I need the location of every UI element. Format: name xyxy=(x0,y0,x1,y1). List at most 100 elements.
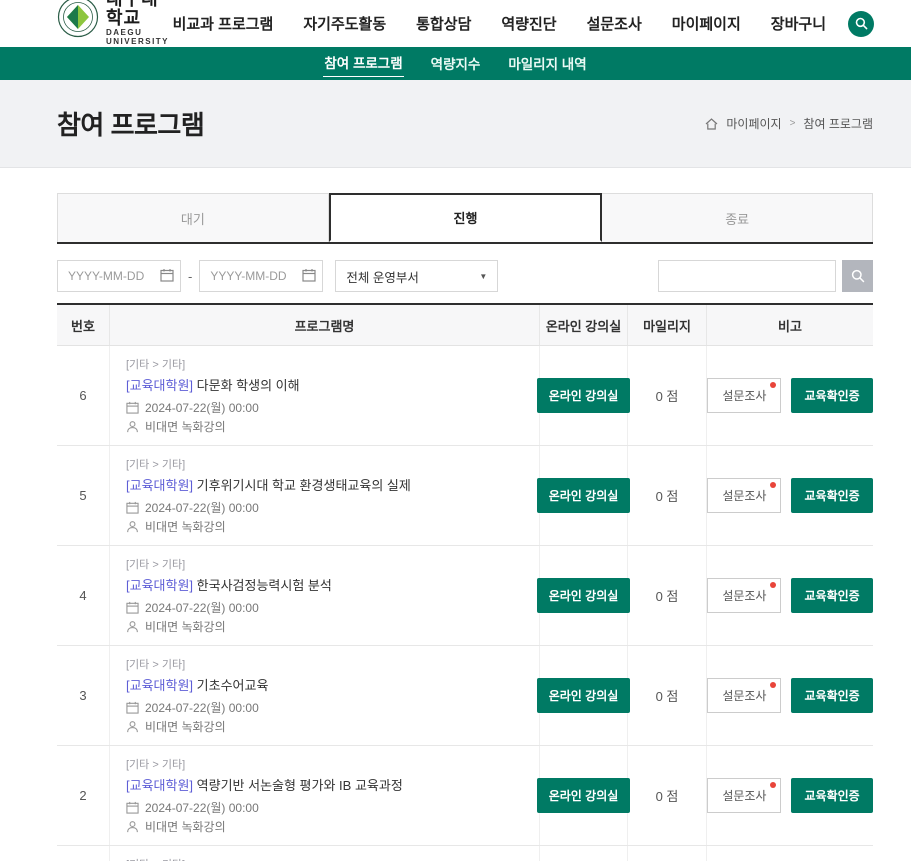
table-row: 5 [기타 > 기타] [교육대학원] 기후위기시대 학교 환경생태교육의 실제… xyxy=(57,446,873,546)
breadcrumb-separator: > xyxy=(790,118,796,129)
notification-dot xyxy=(770,482,776,488)
mileage-cell: 0 점 xyxy=(628,546,707,645)
logo-subtitle: DAEGU UNIVERSITY xyxy=(106,28,173,46)
program-title-link[interactable]: 역량기반 서논술형 평가와 IB 교육과정 xyxy=(197,778,403,793)
university-logo[interactable]: 대구대학교 DAEGU UNIVERSITY xyxy=(57,0,173,46)
calendar-icon xyxy=(126,801,139,814)
online-classroom-button[interactable]: 온라인 강의실 xyxy=(537,378,631,413)
breadcrumb-mypage[interactable]: 마이페이지 xyxy=(726,115,781,132)
program-cell: [기타 > 기타] [교육대학원] AI DT(디지털교과서)의 개발 현황과 … xyxy=(110,846,540,861)
university-emblem-icon xyxy=(57,0,99,40)
subnav-item-participation-programs[interactable]: 참여 프로그램 xyxy=(323,50,403,77)
remarks-cell: 설문조사 교육확인증 xyxy=(707,646,873,745)
classroom-cell: 온라인 강의실 xyxy=(540,346,628,445)
table-search-button[interactable] xyxy=(842,260,873,292)
col-header-mileage: 마일리지 xyxy=(628,305,707,345)
online-classroom-button[interactable]: 온라인 강의실 xyxy=(537,778,631,813)
tab-waiting[interactable]: 대기 xyxy=(57,193,329,242)
mileage-cell: 0 점 xyxy=(628,746,707,845)
remarks-cell: 설문조사 교육확인증 xyxy=(707,546,873,645)
program-title-link[interactable]: 한국사검정능력시험 분석 xyxy=(197,578,332,593)
breadcrumb-current: 참여 프로그램 xyxy=(803,115,873,132)
program-date-line: 2024-07-22(월) 00:00 xyxy=(126,599,259,616)
program-department-link[interactable]: [교육대학원] xyxy=(126,378,193,393)
person-icon xyxy=(126,720,139,733)
nav-item-counseling[interactable]: 통합상담 xyxy=(416,13,471,34)
education-certificate-button[interactable]: 교육확인증 xyxy=(791,478,872,513)
survey-button[interactable]: 설문조사 xyxy=(707,478,781,513)
program-category: [기타 > 기타] xyxy=(126,856,185,861)
logo-text: 대구대학교 DAEGU UNIVERSITY xyxy=(106,0,173,46)
program-title-line: [교육대학원] 한국사검정능력시험 분석 xyxy=(126,575,332,594)
program-date-line: 2024-07-22(월) 00:00 xyxy=(126,799,259,816)
chevron-down-icon: ▼ xyxy=(479,272,487,281)
date-range-dash: - xyxy=(188,269,192,284)
program-department-link[interactable]: [교육대학원] xyxy=(126,478,193,493)
education-certificate-button[interactable]: 교육확인증 xyxy=(791,578,872,613)
program-method-line: 비대면 녹화강의 xyxy=(126,818,226,835)
program-date: 2024-07-22(월) 00:00 xyxy=(145,399,259,416)
program-title-link[interactable]: 기후위기시대 학교 환경생태교육의 실제 xyxy=(197,478,411,493)
education-certificate-button[interactable]: 교육확인증 xyxy=(791,778,872,813)
survey-button[interactable]: 설문조사 xyxy=(707,378,781,413)
program-cell: [기타 > 기타] [교육대학원] 다문화 학생의 이해 2024-07-22(… xyxy=(110,346,540,445)
main-content: 대기 진행 종료 - 전체 운영부서 ▼ xyxy=(57,193,873,861)
top-header: 대구대학교 DAEGU UNIVERSITY 비교과 프로그램 자기주도활동 통… xyxy=(0,0,911,47)
logo-title: 대구대학교 xyxy=(106,0,173,28)
header-search-button[interactable] xyxy=(848,11,874,37)
program-department-link[interactable]: [교육대학원] xyxy=(126,678,193,693)
nav-item-mypage[interactable]: 마이페이지 xyxy=(672,13,741,34)
program-category: [기타 > 기타] xyxy=(126,356,185,372)
education-certificate-button[interactable]: 교육확인증 xyxy=(791,378,872,413)
nav-item-survey[interactable]: 설문조사 xyxy=(587,13,642,34)
table-row: 6 [기타 > 기타] [교육대학원] 다문화 학생의 이해 2024-07-2… xyxy=(57,346,873,446)
calendar-icon xyxy=(126,501,139,514)
subnav-item-competency-index[interactable]: 역량지수 xyxy=(430,51,482,77)
department-select[interactable]: 전체 운영부서 ▼ xyxy=(335,260,498,292)
program-category: [기타 > 기타] xyxy=(126,556,185,572)
program-date-line: 2024-07-22(월) 00:00 xyxy=(126,399,259,416)
program-title-link[interactable]: 다문화 학생의 이해 xyxy=(197,378,300,393)
calendar-icon xyxy=(126,701,139,714)
notification-dot xyxy=(770,682,776,688)
table-row: 4 [기타 > 기타] [교육대학원] 한국사검정능력시험 분석 2024-07… xyxy=(57,546,873,646)
nav-item-cart[interactable]: 장바구니 xyxy=(771,13,826,34)
survey-button[interactable]: 설문조사 xyxy=(707,778,781,813)
table-body: 6 [기타 > 기타] [교육대학원] 다문화 학생의 이해 2024-07-2… xyxy=(57,346,873,861)
education-certificate-button[interactable]: 교육확인증 xyxy=(791,678,872,713)
person-icon xyxy=(126,820,139,833)
home-icon[interactable] xyxy=(705,118,718,130)
calendar-icon[interactable] xyxy=(302,268,316,282)
search-icon xyxy=(851,269,865,283)
remarks-cell: 설문조사 교육확인증 xyxy=(707,846,873,861)
subnav-item-mileage-history[interactable]: 마일리지 내역 xyxy=(507,51,587,77)
program-method: 비대면 녹화강의 xyxy=(145,418,226,435)
nav-item-extracurricular[interactable]: 비교과 프로그램 xyxy=(173,13,274,34)
calendar-icon[interactable] xyxy=(160,268,174,282)
classroom-cell: 온라인 강의실 xyxy=(540,846,628,861)
program-date-line: 2024-07-22(월) 00:00 xyxy=(126,699,259,716)
status-tabs: 대기 진행 종료 xyxy=(57,193,873,244)
program-method: 비대면 녹화강의 xyxy=(145,718,226,735)
survey-button[interactable]: 설문조사 xyxy=(707,678,781,713)
remarks-cell: 설문조사 교육확인증 xyxy=(707,446,873,545)
keyword-search-input[interactable] xyxy=(658,260,836,292)
tab-ended[interactable]: 종료 xyxy=(602,193,873,242)
program-method: 비대면 녹화강의 xyxy=(145,818,226,835)
online-classroom-button[interactable]: 온라인 강의실 xyxy=(537,478,631,513)
nav-item-self-directed[interactable]: 자기주도활동 xyxy=(303,13,386,34)
person-icon xyxy=(126,420,139,433)
remarks-cell: 설문조사 교육확인증 xyxy=(707,346,873,445)
tab-in-progress[interactable]: 진행 xyxy=(329,193,603,242)
survey-button[interactable]: 설문조사 xyxy=(707,578,781,613)
online-classroom-button[interactable]: 온라인 강의실 xyxy=(537,578,631,613)
online-classroom-button[interactable]: 온라인 강의실 xyxy=(537,678,631,713)
program-title-link[interactable]: 기초수어교육 xyxy=(197,678,269,693)
row-number: 5 xyxy=(57,446,110,545)
program-title-line: [교육대학원] 다문화 학생의 이해 xyxy=(126,375,300,394)
program-department-link[interactable]: [교육대학원] xyxy=(126,778,193,793)
program-department-link[interactable]: [교육대학원] xyxy=(126,578,193,593)
breadcrumb: 마이페이지 > 참여 프로그램 xyxy=(705,115,873,132)
program-title-line: [교육대학원] 역량기반 서논술형 평가와 IB 교육과정 xyxy=(126,775,403,794)
nav-item-competency[interactable]: 역량진단 xyxy=(501,13,556,34)
